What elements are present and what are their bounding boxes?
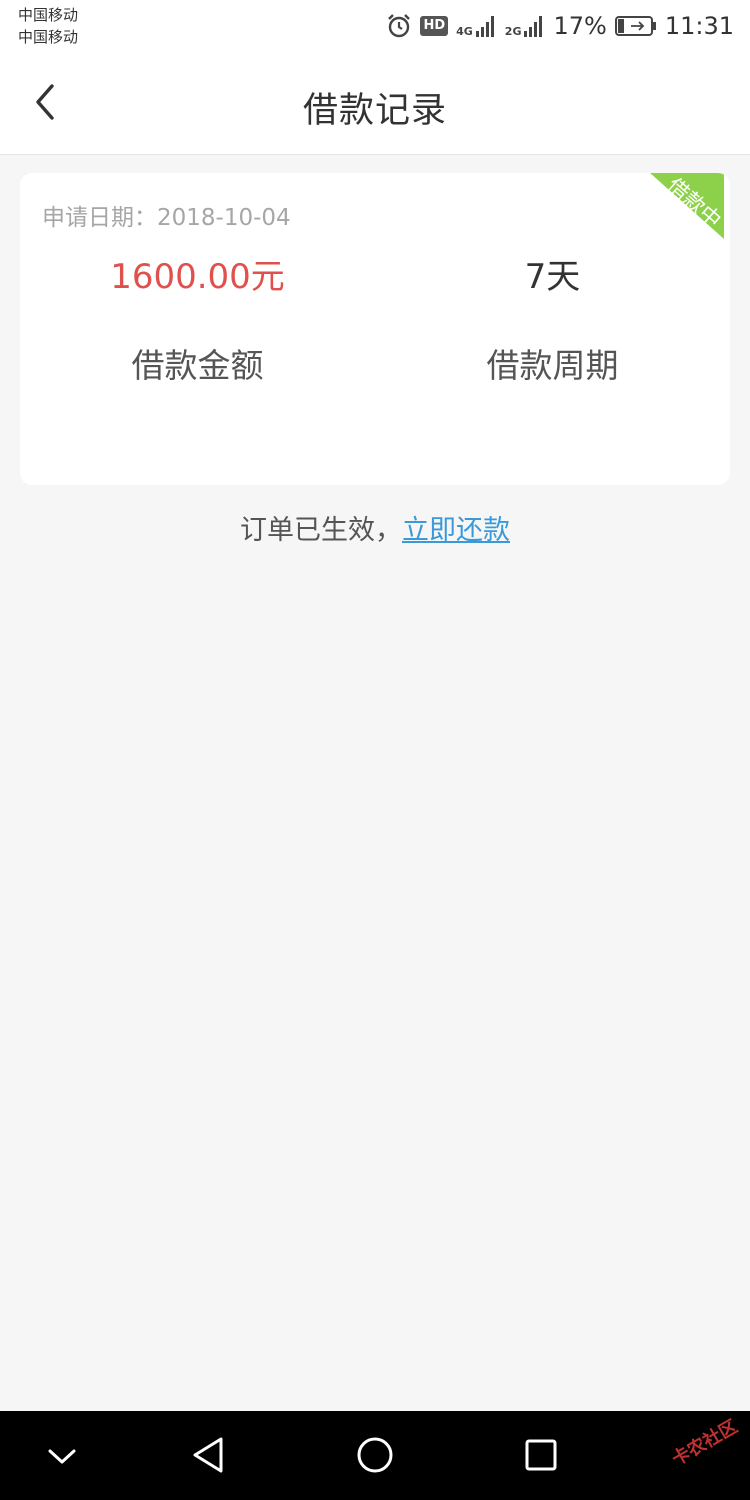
carrier-info: 中国移动 中国移动 [18,4,78,48]
hd-badge: HD [420,16,449,36]
nav-home-button[interactable] [351,1431,399,1479]
loan-amount-label: 借款金额 [131,346,264,385]
watermark: 卡农社区 [668,1416,742,1471]
chevron-down-icon [48,1449,76,1464]
loan-record-card[interactable]: 申请日期：2018-10-04 借款中 1600.00元 借款金额 7天 借款周… [20,173,730,485]
recents-square-icon [525,1439,557,1471]
header: 借款记录 [0,54,750,155]
repay-now-link[interactable]: 立即还款 [402,515,510,546]
nav-back-button[interactable] [185,1431,233,1479]
apply-date: 申请日期：2018-10-04 [42,198,291,232]
back-triangle-icon [193,1437,223,1473]
loan-period: 7天 [524,257,581,297]
signal-1: 4G [456,14,497,38]
nav-recents-button[interactable] [517,1431,565,1479]
carrier-1: 中国移动 [18,6,79,24]
signal-bars-icon [524,16,543,37]
status-icons: HD 4G 2G 17% 11:31 [386,8,734,44]
period-column: 7天 借款周期 [375,255,730,387]
clock: 11:31 [664,12,734,40]
battery-charging-icon [614,16,656,36]
battery-percent: 17% [553,12,607,40]
hide-nav-button[interactable] [38,1431,86,1479]
navigation-bar: 卡农社区 [0,1411,750,1500]
network-type-2: 2G [504,25,522,38]
amount-column: 1600.00元 借款金额 [20,255,375,387]
status-bar: 中国移动 中国移动 HD 4G 2G 17% 11:31 [0,0,750,54]
order-status-text: 订单已生效， [240,515,402,546]
alarm-icon [388,14,411,38]
order-notice: 订单已生效，立即还款 [0,508,750,547]
page-title: 借款记录 [302,91,447,131]
carrier-2: 中国移动 [18,28,79,46]
apply-date-label: 申请日期： [42,205,157,231]
loan-amount: 1600.00元 [110,257,285,297]
signal-2: 2G [505,14,546,38]
loan-period-label: 借款周期 [486,346,619,385]
home-circle-icon [357,1437,393,1473]
status-badge: 借款中 [650,173,726,239]
signal-bars-icon [475,16,494,37]
apply-date-value: 2018-10-04 [157,205,291,231]
network-type-1: 4G [456,25,473,38]
